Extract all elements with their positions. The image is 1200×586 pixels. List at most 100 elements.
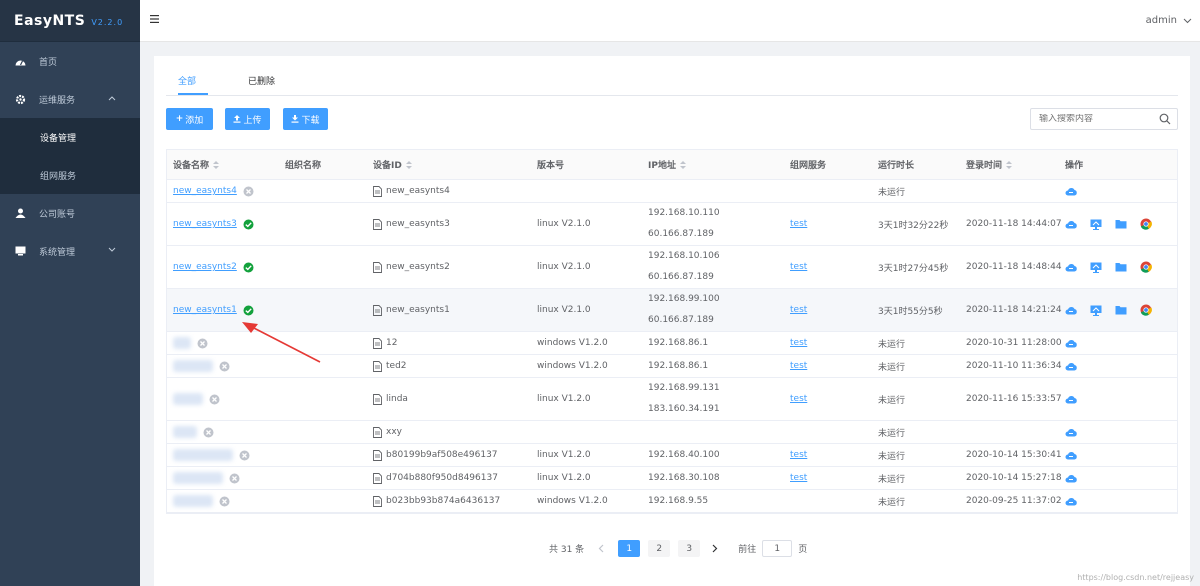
version: linux V2.1.0 [537,305,591,315]
version-cell: windows V1.2.0 [537,490,608,512]
remote-desktop-icon[interactable] [1090,305,1102,316]
page-suffix: 页 [798,545,808,555]
cloud-icon[interactable] [1065,263,1077,272]
cloud-icon[interactable] [1065,497,1077,506]
cloud-icon[interactable] [1065,187,1077,196]
document-icon [373,218,382,230]
cloud-icon[interactable] [1065,395,1077,404]
device-name-redacted [173,337,191,349]
network-service-link[interactable]: test [790,394,807,404]
sidebar-item-system[interactable]: 系统管理 [0,232,140,270]
ip-address: 192.168.99.131 [648,383,720,393]
dashboard-icon [14,55,26,67]
search-input[interactable] [1031,114,1151,124]
login-time: 2020-09-25 11:37:02 [966,496,1062,506]
device-name-redacted [173,360,213,372]
chrome-icon[interactable] [1140,261,1152,273]
sidebar-item-ops[interactable]: 运维服务 [0,80,140,118]
device-id-cell: xxy [373,421,402,443]
network-service-link[interactable]: test [790,338,807,348]
sidebar-item-accounts[interactable]: 公司账号 [0,194,140,232]
remote-desktop-icon[interactable] [1090,219,1102,230]
sidebar-item-label: 首页 [39,57,58,68]
network-service-link[interactable]: test [790,473,807,483]
cloud-icon[interactable] [1065,339,1077,348]
sort-icon[interactable] [213,160,220,170]
upload-button[interactable]: 上传 [225,108,270,130]
header-cell[interactable]: 登录时间 [966,150,1013,179]
login-time: 2020-11-18 14:44:07 [966,219,1062,229]
page-button[interactable]: 2 [648,540,671,557]
remote-desktop-icon[interactable] [1090,262,1102,273]
menu-toggle-icon[interactable] [150,15,159,26]
device-name-cell: new_easynts2 [173,246,254,288]
folder-icon[interactable] [1115,262,1127,272]
version-cell: windows V1.2.0 [537,355,608,377]
network-service-link[interactable]: test [790,262,807,272]
header-cell[interactable]: IP地址 [648,150,686,179]
header-label: 设备名称 [173,161,210,171]
version-cell: linux V1.2.0 [537,378,591,420]
add-button[interactable]: + 添加 [166,108,213,130]
folder-icon[interactable] [1115,219,1127,229]
runtime-cell: 未运行 [878,444,905,466]
sidebar-item-network[interactable]: 组网服务 [0,156,140,194]
sort-icon[interactable] [1006,160,1013,170]
device-name-link[interactable]: new_easynts1 [173,305,237,315]
version: linux V1.2.0 [537,473,591,483]
chevron-up-icon [108,94,116,104]
network-service-link[interactable]: test [790,219,807,229]
tab-deleted[interactable]: 已删除 [248,74,275,87]
header-cell[interactable]: 设备ID [373,150,412,179]
sort-icon[interactable] [405,160,412,170]
device-id: 12 [386,338,398,348]
network-service-link[interactable]: test [790,361,807,371]
header-cell[interactable]: 设备名称 [173,150,220,179]
page-button[interactable]: 1 [618,540,641,557]
runtime: 未运行 [878,187,906,198]
offline-status-icon [209,394,220,405]
next-page-icon[interactable] [712,544,718,553]
cloud-icon[interactable] [1065,306,1077,315]
annotation-arrow [242,322,321,363]
online-status-icon [243,305,254,316]
version: linux V1.2.0 [537,450,591,460]
cloud-icon[interactable] [1065,362,1077,371]
login-time-cell: 2020-11-18 14:48:44 [966,246,1062,288]
device-name-link[interactable]: new_easynts4 [173,186,237,196]
cloud-icon[interactable] [1065,220,1077,229]
download-button[interactable]: 下载 [283,108,328,130]
device-id-cell: d704b880f950d8496137 [373,467,498,489]
goto-page-input[interactable]: 1 [762,540,793,557]
network-service-link[interactable]: test [790,305,807,315]
header-cell: 版本号 [537,150,564,179]
header-cell: 组织名称 [285,150,321,179]
chrome-icon[interactable] [1140,304,1152,316]
cloud-icon[interactable] [1065,474,1077,483]
network-service-link[interactable]: test [790,450,807,460]
cloud-icon[interactable] [1065,428,1077,437]
version-cell: linux V1.2.0 [537,444,591,466]
monitor-icon [14,245,26,257]
folder-icon[interactable] [1115,305,1127,315]
device-name-link[interactable]: new_easynts3 [173,219,237,229]
chrome-icon[interactable] [1140,218,1152,230]
device-id: new_easynts4 [386,186,450,196]
user-menu[interactable]: admin [1146,15,1192,26]
offline-status-icon [203,427,214,438]
runtime: 3天1时32分22秒 [878,220,949,231]
header-label: 操作 [1065,161,1084,171]
device-id-cell: b023bb93b874a6436137 [373,490,500,512]
device-name-link[interactable]: new_easynts2 [173,262,237,272]
sidebar-item-home[interactable]: 首页 [0,42,140,80]
page-button[interactable]: 3 [678,540,701,557]
prev-page-icon[interactable] [598,544,604,553]
cloud-icon[interactable] [1065,451,1077,460]
ip-cell: 192.168.99.100 60.166.87.189 [648,289,720,331]
sidebar-item-devices[interactable]: 设备管理 [0,118,140,156]
tab-all[interactable]: 全部 [178,74,196,87]
version: windows V1.2.0 [537,338,608,348]
search-icon[interactable] [1159,113,1171,128]
login-time: 2020-10-14 15:30:41 [966,450,1062,460]
sort-icon[interactable] [679,160,686,170]
